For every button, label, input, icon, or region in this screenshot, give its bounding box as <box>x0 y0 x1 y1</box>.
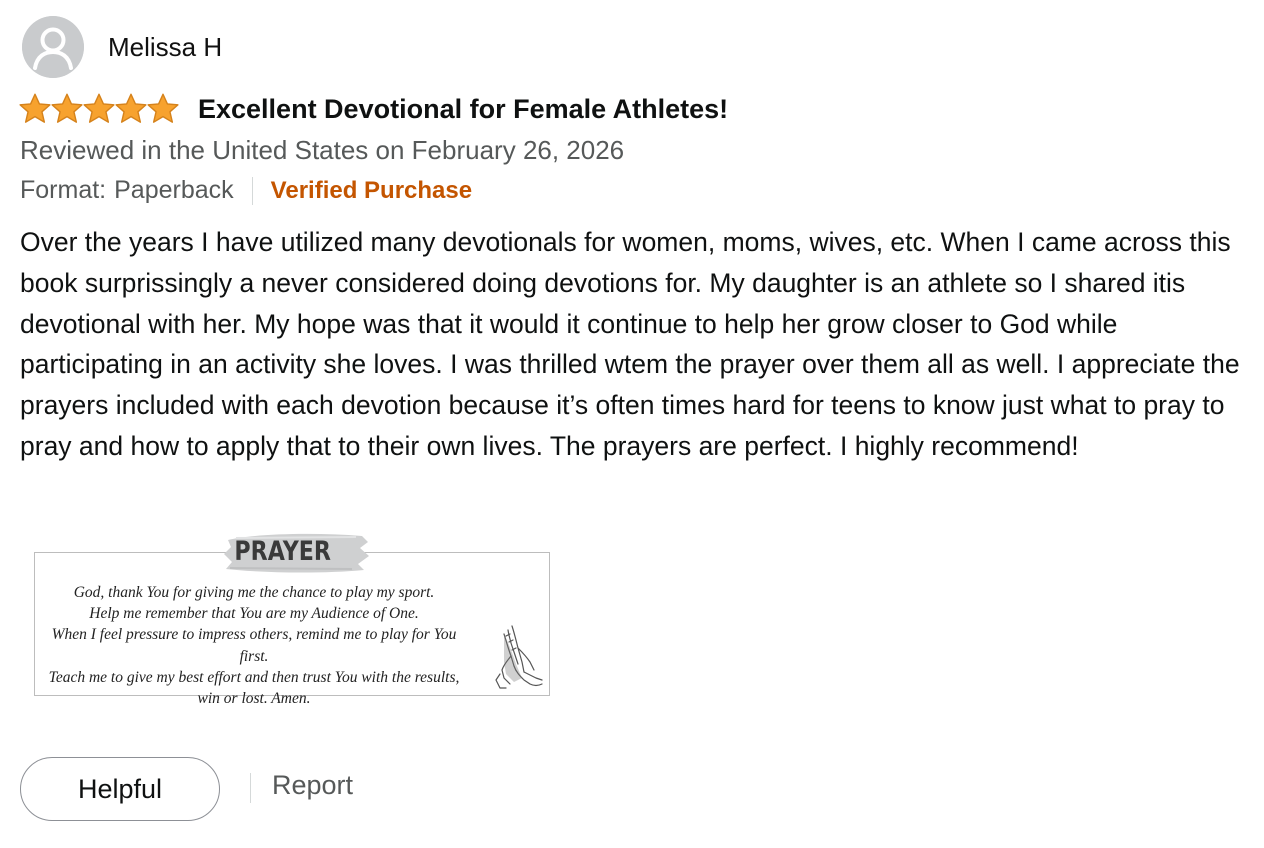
prayer-line: Teach me to give my best effort and then… <box>48 668 460 686</box>
prayer-line: Help me remember that You are my Audienc… <box>89 605 419 623</box>
review-date: Reviewed in the United States on Februar… <box>20 135 625 165</box>
reviewer-name[interactable]: Melissa H <box>108 32 222 63</box>
format-label: Format: <box>20 176 107 204</box>
review-body: Over the years I have utilized many devo… <box>20 227 1240 461</box>
prayer-text: God, thank You for giving me the chance … <box>44 582 464 709</box>
star-icon <box>115 93 147 123</box>
divider <box>250 773 251 803</box>
star-icon <box>83 93 115 123</box>
helpful-button[interactable]: Helpful <box>20 757 220 821</box>
star-icon <box>147 93 179 123</box>
prayer-heading: PRAYER <box>222 530 369 574</box>
prayer-line: win or lost. Amen. <box>197 690 311 708</box>
star-icon <box>19 93 51 123</box>
prayer-line: God, thank You for giving me the chance … <box>73 584 435 601</box>
avatar[interactable] <box>22 16 84 78</box>
prayer-line: When I feel pressure to impress others, … <box>51 626 457 665</box>
review-card: Melissa H Excellent Devotional for Femal… <box>0 0 1264 848</box>
format-value[interactable]: Paperback <box>114 176 234 205</box>
report-link[interactable]: Report <box>272 770 353 801</box>
reviewer-profile[interactable]: Melissa H <box>22 16 222 78</box>
format-row: Format: Paperback Verified Purchase <box>20 176 472 205</box>
star-icon <box>51 93 83 123</box>
divider <box>251 176 253 205</box>
star-rating[interactable] <box>18 92 179 126</box>
review-title[interactable]: Excellent Devotional for Female Athletes… <box>198 94 728 125</box>
rating-row: Excellent Devotional for Female Athletes… <box>18 92 728 126</box>
praying-hands-icon <box>495 625 543 689</box>
verified-purchase-badge: Verified Purchase <box>270 176 473 204</box>
prayer-heading-text: PRAYER <box>234 536 331 567</box>
user-silhouette-icon <box>22 16 84 78</box>
